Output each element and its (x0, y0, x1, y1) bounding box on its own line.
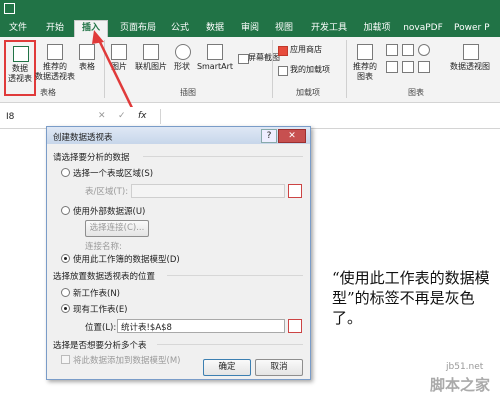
divider (157, 344, 303, 345)
cancel-icon[interactable]: ✕ (98, 111, 106, 121)
annotation-caption: “使用此工作表的数据模型”的标签不再是灰色了。 (332, 269, 490, 327)
divider (167, 275, 303, 276)
cancel-button[interactable]: 取消 (255, 359, 303, 376)
ok-button[interactable]: 确定 (203, 359, 251, 376)
watermark-brand: 脚本之家 (430, 376, 491, 394)
table-range-input[interactable] (131, 184, 285, 198)
confirm-icon[interactable]: ✓ (118, 111, 126, 121)
dialog-title: 创建数据透视表 (53, 133, 113, 143)
choose-connection-button[interactable]: 选择连接(C)... (85, 220, 149, 237)
table-range-label: 表/区域(T): (85, 187, 129, 197)
section-multiple-tables: 选择是否想要分析多个表 (53, 341, 147, 351)
watermark-site: jb51.net (446, 362, 484, 372)
connection-name-label: 连接名称: (85, 242, 122, 252)
radio-external-source[interactable] (61, 206, 70, 215)
location-input[interactable]: 统计表!$A$8 (117, 319, 285, 333)
location-label: 位置(L): (85, 323, 117, 333)
dialog-titlebar: 创建数据透视表 ? ✕ (47, 127, 310, 144)
divider (143, 156, 303, 157)
pointer-arrow (92, 30, 135, 110)
radio-table-range-label: 选择一个表或区域(S) (73, 169, 154, 179)
add-to-model-checkbox[interactable] (61, 355, 70, 364)
radio-existing-sheet[interactable] (61, 304, 70, 313)
function-icon[interactable]: fx (138, 111, 147, 121)
formula-input[interactable] (160, 109, 497, 124)
create-pivottable-dialog: 创建数据透视表 ? ✕ 请选择要分析的数据 选择一个表或区域(S) 表/区域(T… (46, 126, 311, 380)
name-box[interactable]: I8 (6, 111, 76, 123)
location-value: 统计表!$A$8 (121, 323, 172, 333)
location-picker-icon[interactable] (288, 319, 302, 333)
radio-data-model-label: 使用此工作簿的数据模型(D) (73, 255, 180, 265)
radio-new-sheet-label: 新工作表(N) (73, 289, 120, 299)
add-to-model-label: 将此数据添加到数据模型(M) (73, 356, 181, 366)
radio-existing-sheet-label: 现有工作表(E) (73, 305, 128, 315)
close-button[interactable]: ✕ (278, 129, 306, 143)
help-button[interactable]: ? (261, 129, 277, 143)
section-location: 选择放置数据透视表的位置 (53, 272, 156, 282)
radio-data-model[interactable] (61, 254, 70, 263)
radio-external-label: 使用外部数据源(U) (73, 207, 146, 217)
section-select-data: 请选择要分析的数据 (53, 153, 130, 163)
range-picker-icon[interactable] (288, 184, 302, 198)
radio-new-sheet[interactable] (61, 288, 70, 297)
radio-table-range[interactable] (61, 168, 70, 177)
